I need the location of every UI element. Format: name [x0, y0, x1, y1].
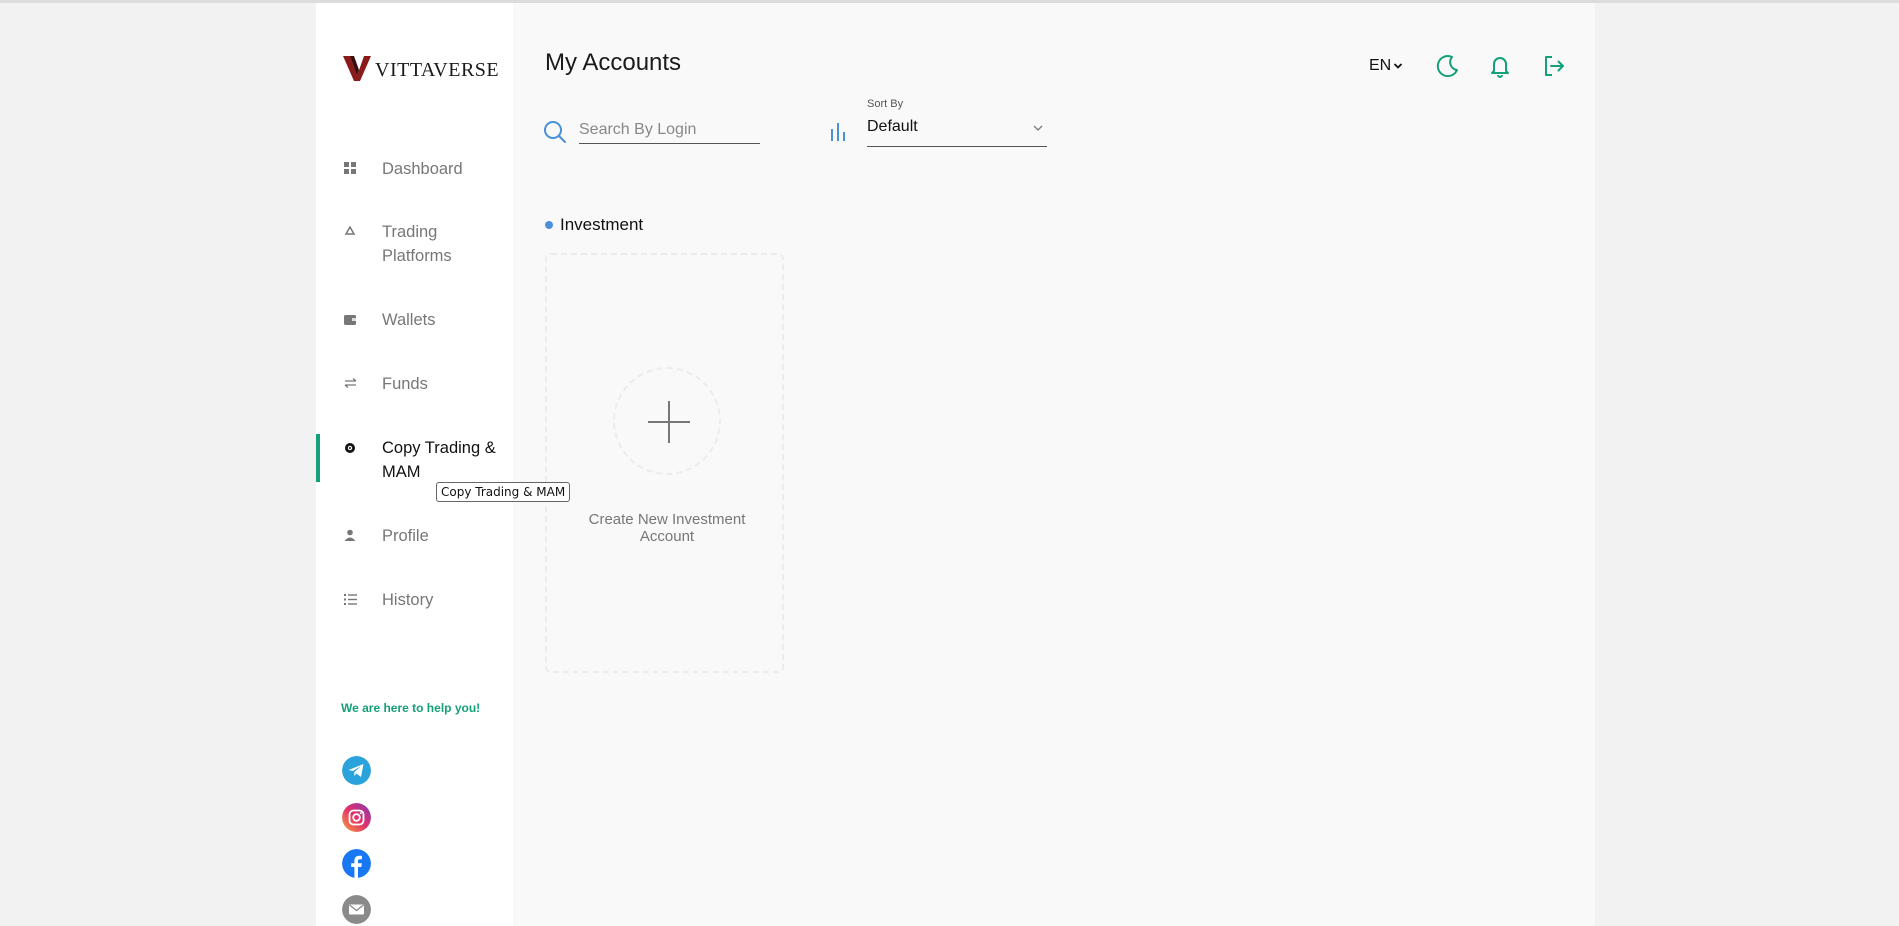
sidebar-item-funds[interactable]: Funds [316, 372, 513, 396]
search-box [543, 117, 760, 145]
vittaverse-logo-icon [343, 55, 371, 81]
email-icon[interactable] [342, 895, 371, 924]
transfer-arrows-icon [343, 376, 357, 390]
language-selector[interactable]: EN [1369, 57, 1403, 75]
sort-value: Default [867, 118, 918, 135]
user-icon [343, 528, 357, 542]
logout-icon[interactable] [1541, 53, 1567, 79]
notification-bell-icon[interactable] [1487, 53, 1513, 79]
search-icon[interactable] [543, 120, 567, 144]
section-bullet [545, 221, 553, 229]
sidebar-item-label: History [382, 591, 434, 609]
sidebar-item-label: Copy Trading & MAM [382, 439, 496, 481]
wallet-icon [343, 312, 357, 326]
chevron-down-icon [1394, 63, 1403, 69]
sort-select[interactable]: Default [867, 115, 1047, 147]
search-input[interactable] [579, 117, 760, 144]
list-icon [343, 592, 357, 606]
sidebar-item-label: Profile [382, 527, 429, 545]
sidebar: VITTAVERSE Dashboard Trading Platforms W… [316, 3, 513, 926]
sort-label: Sort By [867, 98, 904, 110]
recycle-icon [343, 225, 357, 239]
create-account-label: Create New Investment Account [588, 511, 746, 545]
help-text: We are here to help you! [341, 701, 481, 715]
telegram-icon[interactable] [342, 756, 371, 785]
create-investment-account-card[interactable]: Create New Investment Account [545, 253, 784, 673]
language-label: EN [1369, 57, 1392, 74]
copy-trading-icon [343, 441, 357, 455]
sidebar-item-dashboard[interactable]: Dashboard [316, 157, 513, 181]
logo-text: VITTAVERSE [375, 59, 500, 81]
sidebar-item-copy-trading[interactable]: Copy Trading & MAM [316, 436, 513, 484]
chevron-down-icon [1033, 125, 1043, 131]
plus-icon-vertical [668, 401, 670, 443]
logo[interactable]: VITTAVERSE [342, 53, 499, 82]
sidebar-item-label: Trading Platforms [382, 223, 452, 265]
sidebar-item-label: Dashboard [382, 160, 463, 178]
sidebar-item-trading-platforms[interactable]: Trading Platforms [316, 220, 513, 268]
dark-mode-moon-icon[interactable] [1435, 53, 1461, 79]
tooltip: Copy Trading & MAM [436, 482, 571, 502]
sidebar-item-profile[interactable]: Profile [316, 524, 513, 548]
sort-bars-icon [831, 123, 845, 141]
sidebar-item-label: Funds [382, 375, 428, 393]
section-title: Investment [560, 215, 644, 234]
instagram-icon[interactable] [342, 803, 371, 832]
facebook-icon[interactable] [342, 849, 371, 878]
add-circle [613, 367, 721, 475]
sidebar-item-wallets[interactable]: Wallets [316, 308, 513, 332]
sidebar-item-history[interactable]: History [316, 588, 513, 612]
dashboard-grid-icon [343, 161, 357, 175]
page-title: My Accounts [545, 49, 682, 76]
sidebar-item-label: Wallets [382, 311, 436, 329]
